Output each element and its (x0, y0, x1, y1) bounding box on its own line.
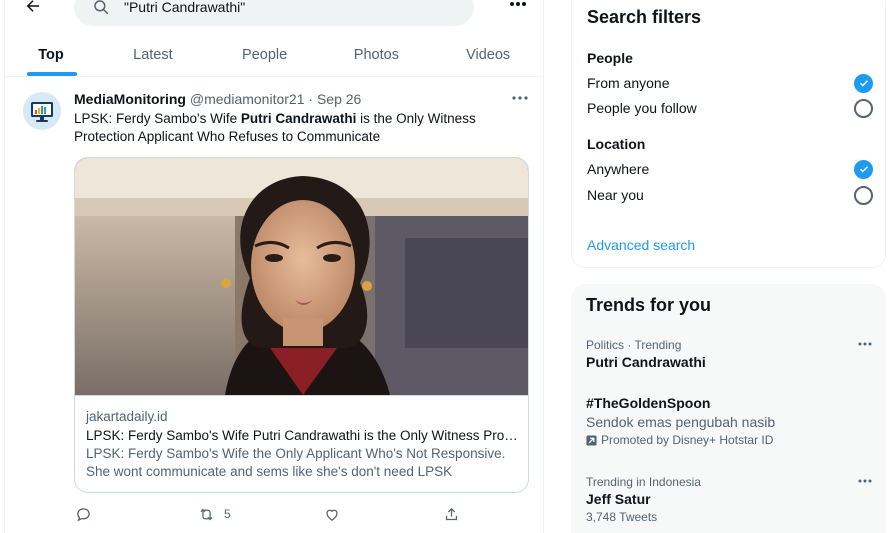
trend-subtitle: Sendok emas pengubah nasib (586, 414, 776, 430)
tab-latest[interactable]: Latest (97, 34, 209, 76)
tweet-header: MediaMonitoring @mediamonitor21 · Sep 26 (74, 91, 361, 107)
more-icon (512, 96, 528, 100)
retweet-icon (200, 508, 213, 520)
author-name[interactable]: MediaMonitoring (74, 91, 186, 107)
filter-label: Near you (587, 187, 644, 203)
retweet-button[interactable]: 5 (197, 503, 231, 525)
heart-icon (326, 509, 338, 521)
promoted-icon (586, 435, 597, 446)
card-meta: jakartadaily.id LPSK: Ferdy Sambo's Wife… (75, 395, 528, 492)
filter-label: Anywhere (587, 161, 650, 177)
main-column: Top Latest People Photos Videos MediaMon… (4, 0, 544, 533)
back-button[interactable] (17, 0, 49, 20)
trend-more-button[interactable] (854, 474, 876, 488)
tweet-text-highlight: Putri Candrawathi (240, 111, 357, 126)
radio-checked-icon[interactable] (854, 73, 873, 93)
tab-top[interactable]: Top (5, 34, 97, 76)
promoted-label: Promoted by Disney+ Hotstar ID (586, 432, 876, 449)
advanced-search-link[interactable]: Advanced search (587, 237, 695, 253)
filter-anywhere[interactable]: Anywhere (587, 158, 873, 180)
card-title: LPSK: Ferdy Sambo's Wife Putri Candrawat… (86, 428, 518, 443)
trend-title: #TheGoldenSpoon (586, 395, 711, 411)
more-options-button[interactable] (505, 0, 531, 12)
search-icon (94, 0, 109, 15)
trend-more-button[interactable] (854, 337, 876, 351)
more-icon (510, 2, 526, 6)
check-icon (859, 166, 868, 173)
promoted-text: Promoted by Disney+ Hotstar ID (601, 433, 774, 447)
tweet-text: LPSK: Ferdy Sambo's Wife Putri Candrawat… (74, 110, 504, 146)
filter-near-you[interactable]: Near you (587, 184, 873, 206)
trend-tweet-count: 3,748 Tweets (586, 510, 658, 524)
tab-videos[interactable]: Videos (432, 34, 543, 76)
tweet-more-button[interactable] (508, 90, 532, 106)
filter-label: People you follow (587, 100, 697, 116)
radio-unchecked-icon[interactable] (854, 185, 873, 205)
trend-item[interactable]: Trending in Indonesia Jeff Satur 3,748 T… (586, 474, 876, 525)
search-filters-panel: Search filters People From anyone People… (571, 0, 886, 268)
avatar[interactable] (23, 92, 61, 130)
radio-checked-icon[interactable] (854, 159, 873, 179)
tweet-actions: 5 (71, 503, 471, 525)
trend-meta: Politics · Trending (586, 338, 682, 352)
tab-photos[interactable]: Photos (321, 34, 433, 76)
tab-people[interactable]: People (209, 34, 321, 76)
share-button[interactable] (443, 503, 460, 525)
card-domain: jakartadaily.id (86, 409, 168, 424)
filters-title: Search filters (587, 7, 702, 27)
filter-label: From anyone (587, 75, 670, 91)
location-heading: Location (587, 136, 646, 152)
more-icon (858, 342, 872, 346)
arrow-left-icon (26, 0, 39, 12)
trend-item-promoted[interactable]: #TheGoldenSpoon Sendok emas pengubah nas… (586, 394, 876, 449)
author-handle[interactable]: @mediamonitor21 (190, 91, 305, 107)
check-icon (859, 80, 868, 87)
trends-title: Trends for you (586, 295, 712, 315)
reply-button[interactable] (75, 503, 92, 525)
trend-item[interactable]: Politics · Trending Putri Candrawathi (586, 337, 876, 372)
more-icon (858, 479, 872, 483)
search-bar[interactable] (74, 0, 474, 26)
search-input[interactable] (124, 0, 424, 15)
people-heading: People (587, 50, 633, 66)
tweet-text-start: LPSK: Ferdy Sambo's Wife (74, 111, 241, 126)
radio-unchecked-icon[interactable] (854, 98, 873, 118)
separator-dot: · (308, 91, 314, 107)
card-description: LPSK: Ferdy Sambo's Wife the Only Applic… (86, 446, 506, 479)
tweet-date[interactable]: Sep 26 (317, 91, 361, 107)
like-button[interactable] (323, 503, 341, 525)
trends-panel: Trends for you Politics · Trending Putri… (571, 284, 886, 533)
share-icon (445, 507, 458, 520)
card-photo (75, 158, 528, 395)
tweet[interactable]: MediaMonitoring @mediamonitor21 · Sep 26… (5, 78, 543, 533)
reply-icon (77, 507, 90, 521)
trend-title: Jeff Satur (586, 491, 651, 507)
monitor-logo-icon (23, 92, 61, 130)
filter-people-you-follow[interactable]: People you follow (587, 97, 873, 119)
link-card[interactable]: jakartadaily.id LPSK: Ferdy Sambo's Wife… (74, 157, 529, 493)
trend-meta: Trending in Indonesia (586, 475, 701, 489)
filter-from-anyone[interactable]: From anyone (587, 72, 873, 94)
retweet-count: 5 (224, 507, 231, 521)
trend-title: Putri Candrawathi (586, 354, 706, 370)
search-tabs: Top Latest People Photos Videos (5, 34, 543, 77)
